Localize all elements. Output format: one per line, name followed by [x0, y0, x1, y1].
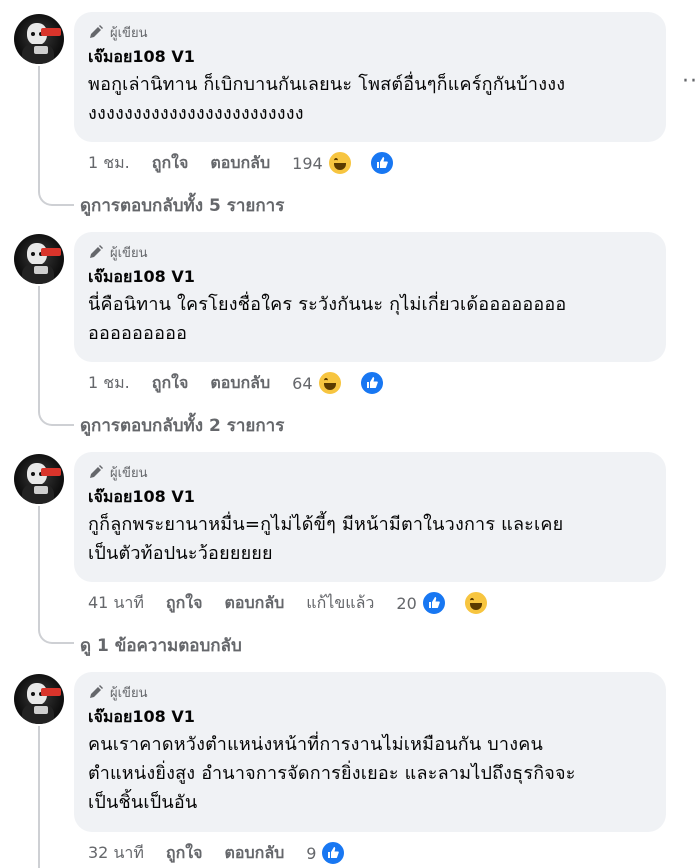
author-badge-label: ผู้เขียน — [110, 25, 148, 41]
pencil-icon — [90, 25, 103, 38]
comment-text-line: งงงงงงงงงงงงงงงงงงงงงงงง — [88, 103, 304, 124]
haha-icon — [462, 590, 489, 616]
thread-line — [38, 66, 40, 186]
comment-bubble: ผู้เขียน เจ๊มอย108 V1 นี่คือนิทาน ใครโยง… — [74, 232, 666, 362]
comment-text: คนเราคาดหวังตำแหน่งหน้าที่การงานไม่เหมือ… — [88, 730, 654, 817]
comment-text: นี่คือนิทาน ใครโยงชื่อใคร ระวังกันนะ กุไ… — [88, 290, 654, 348]
like-icon — [358, 370, 385, 396]
thread-line — [38, 286, 40, 406]
comment-time[interactable]: 32 นาที — [88, 841, 144, 866]
like-icon — [368, 150, 395, 176]
edited-label: แก้ไขแล้ว — [306, 592, 375, 612]
like-button[interactable]: ถูกใจ — [152, 151, 189, 176]
comment-text-line: พอกูเล่านิทาน ก็เบิกบานกันเลยนะ โพสต์อื่… — [88, 74, 566, 95]
like-icon — [320, 840, 347, 866]
view-replies-link[interactable]: ดูการตอบกลับทั้ง 2 รายการ — [80, 412, 284, 439]
author-badge-label: ผู้เขียน — [110, 245, 148, 261]
comment-actions: 41 นาที ถูกใจ ตอบกลับ แก้ไขแล้ว 20 — [88, 590, 511, 616]
haha-icon — [316, 370, 343, 396]
reply-button[interactable]: ตอบกลับ — [210, 151, 270, 176]
comment-text-line: อออออออออ — [88, 323, 188, 344]
pencil-icon — [90, 245, 103, 258]
comment-text-line: ตำแหน่งยิ่งสูง อำนาจการจัดการยิ่งเยอะ แล… — [88, 763, 576, 784]
comment-text: พอกูเล่านิทาน ก็เบิกบานกันเลยนะ โพสต์อื่… — [88, 70, 654, 128]
reply-button[interactable]: ตอบกลับ — [210, 371, 270, 396]
thread-line — [38, 506, 40, 624]
more-options-button[interactable]: ··· — [682, 69, 700, 94]
comment-actions: 1 ชม. ถูกใจ ตอบกลับ 64 — [88, 370, 407, 396]
comment-author[interactable]: เจ๊มอย108 V1 — [88, 264, 654, 290]
like-button[interactable]: ถูกใจ — [166, 841, 203, 866]
like-button[interactable]: ถูกใจ — [166, 591, 203, 616]
comment-time[interactable]: 1 ชม. — [88, 371, 130, 396]
avatar[interactable] — [14, 454, 64, 504]
comment-time[interactable]: 1 ชม. — [88, 151, 130, 176]
comment-actions: 32 นาที ถูกใจ ตอบกลับ 9 — [88, 840, 368, 866]
comment-author[interactable]: เจ๊มอย108 V1 — [88, 704, 654, 730]
reaction-count: 9 — [306, 843, 317, 863]
thread-connector — [38, 624, 74, 644]
comment-text-line: คนเราคาดหวังตำแหน่งหน้าที่การงานไม่เหมือ… — [88, 734, 543, 755]
comment-text-line: เป็นชิ้นเป็นอัน — [88, 792, 198, 813]
comment-text-line: กูก็ลูกพระยานาหมื่น=กูไม่ได้ขี้ๆ มีหน้าม… — [88, 514, 564, 535]
author-badge-label: ผู้เขียน — [110, 465, 148, 481]
comment-bubble: ผู้เขียน เจ๊มอย108 V1 พอกูเล่านิทาน ก็เบ… — [74, 12, 666, 142]
reaction-count: 194 — [292, 153, 323, 173]
haha-icon — [326, 150, 353, 176]
like-button[interactable]: ถูกใจ — [152, 371, 189, 396]
comment-time[interactable]: 41 นาที — [88, 591, 144, 616]
thread-line — [38, 726, 40, 868]
pencil-icon — [90, 465, 103, 478]
comment-bubble: ผู้เขียน เจ๊มอย108 V1 คนเราคาดหวังตำแหน่… — [74, 672, 666, 832]
reaction-count: 64 — [292, 373, 313, 393]
avatar[interactable] — [14, 674, 64, 724]
comment-actions: 1 ชม. ถูกใจ ตอบกลับ 194 — [88, 150, 417, 176]
author-badge: ผู้เขียน — [88, 22, 654, 42]
like-icon — [420, 590, 447, 616]
reaction-summary[interactable]: 9 — [306, 840, 368, 866]
comment-author[interactable]: เจ๊มอย108 V1 — [88, 44, 654, 70]
author-badge: ผู้เขียน — [88, 682, 654, 702]
thread-connector — [38, 406, 74, 426]
author-badge-label: ผู้เขียน — [110, 685, 148, 701]
comment-bubble: ผู้เขียน เจ๊มอย108 V1 กูก็ลูกพระยานาหมื่… — [74, 452, 666, 582]
avatar[interactable] — [14, 14, 64, 64]
view-replies-link[interactable]: ดู 1 ข้อความตอบกลับ — [80, 632, 242, 659]
reply-button[interactable]: ตอบกลับ — [224, 591, 284, 616]
view-replies-link[interactable]: ดูการตอบกลับทั้ง 5 รายการ — [80, 192, 284, 219]
author-badge: ผู้เขียน — [88, 242, 654, 262]
avatar[interactable] — [14, 234, 64, 284]
comment-text-line: เป็นตัวท้อปนะว้อยยยยย — [88, 543, 273, 564]
reaction-count: 20 — [396, 593, 417, 613]
pencil-icon — [90, 685, 103, 698]
reaction-summary[interactable]: 194 — [292, 150, 417, 176]
comment-text-line: นี่คือนิทาน ใครโยงชื่อใคร ระวังกันนะ กุไ… — [88, 294, 567, 315]
thread-connector — [38, 186, 74, 206]
author-badge: ผู้เขียน — [88, 462, 654, 482]
reaction-summary[interactable]: 64 — [292, 370, 406, 396]
reaction-summary[interactable]: 20 — [396, 590, 510, 616]
reply-button[interactable]: ตอบกลับ — [224, 841, 284, 866]
comment-author[interactable]: เจ๊มอย108 V1 — [88, 484, 654, 510]
comment-text: กูก็ลูกพระยานาหมื่น=กูไม่ได้ขี้ๆ มีหน้าม… — [88, 510, 654, 568]
